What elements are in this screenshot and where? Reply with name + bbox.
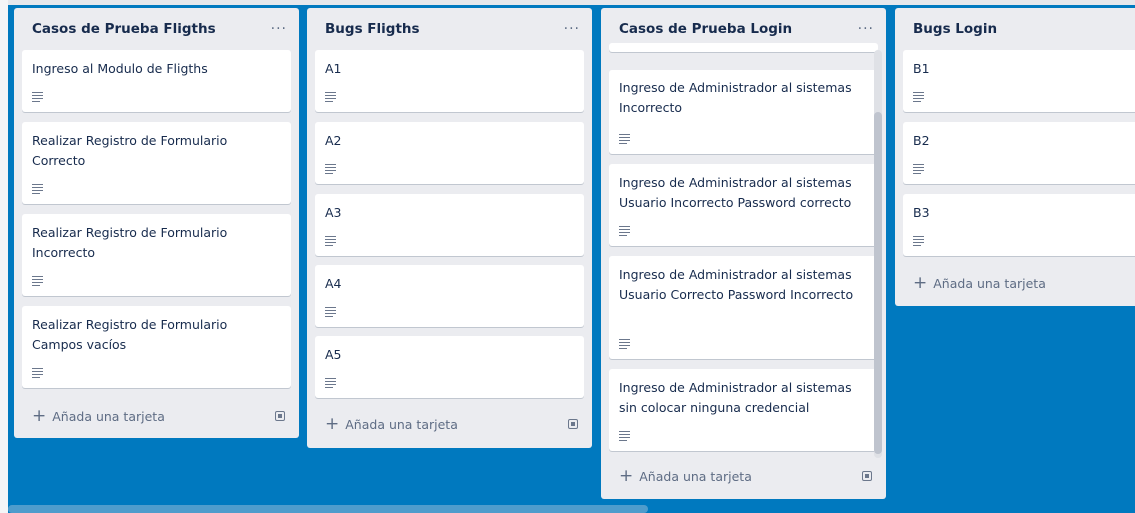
add-card-button[interactable]: + Añada una tarjeta: [913, 272, 1046, 293]
description-icon: [32, 276, 43, 287]
card[interactable]: Ingreso de Administrador al sistemas Usu…: [609, 256, 878, 359]
description-icon: [32, 184, 43, 195]
description-icon: [619, 339, 630, 350]
card[interactable]: B1: [903, 50, 1135, 112]
card-title: Realizar Registro de Formulario Incorrec…: [32, 225, 228, 260]
card-title: Realizar Registro de Formulario Correcto: [32, 133, 228, 168]
card-title: Ingreso de Administrador al sistemas Inc…: [619, 80, 852, 115]
description-icon: [619, 134, 630, 145]
description-icon: [325, 164, 336, 175]
card[interactable]: A2: [315, 122, 584, 184]
card-template-icon[interactable]: [568, 419, 578, 429]
card[interactable]: A5: [315, 336, 584, 398]
board-left-edge: [0, 0, 8, 513]
add-card-row: + Añada una tarjeta: [913, 273, 1131, 293]
add-card-button[interactable]: + Añada una tarjeta: [325, 413, 458, 434]
plus-icon: +: [619, 465, 634, 486]
card-title: B2: [913, 133, 930, 148]
plus-icon: +: [913, 272, 928, 293]
list-title[interactable]: Bugs Fligths: [325, 21, 420, 37]
card-title: Ingreso de Administrador al sistemas Usu…: [619, 175, 852, 210]
description-icon: [325, 92, 336, 103]
card-title: Ingreso de Administrador al sistemas sin…: [619, 380, 852, 415]
description-icon: [619, 431, 630, 442]
list-menu-button[interactable]: ···: [858, 21, 874, 37]
card-template-icon[interactable]: [275, 411, 285, 421]
list-bugs-login: Bugs Login B1 B2 B3 + Añada una tarjeta: [895, 8, 1135, 306]
card-title: A1: [325, 61, 342, 76]
description-icon: [325, 236, 336, 247]
add-card-label: Añada una tarjeta: [639, 468, 752, 484]
description-icon: [32, 92, 43, 103]
list-scrollbar[interactable]: [874, 50, 882, 458]
card-title: B1: [913, 61, 930, 76]
add-card-label: Añada una tarjeta: [345, 416, 458, 432]
list-scrollbar-thumb[interactable]: [874, 112, 882, 454]
add-card-label: Añada una tarjeta: [52, 408, 165, 424]
plus-icon: +: [32, 405, 47, 426]
board-horizontal-scrollbar[interactable]: [8, 505, 648, 513]
card[interactable]: Ingreso de Administrador al sistemas Usu…: [609, 164, 878, 246]
card[interactable]: Realizar Registro de Formulario Incorrec…: [22, 214, 291, 296]
description-icon: [619, 226, 630, 237]
card-title: Realizar Registro de Formulario Campos v…: [32, 317, 228, 352]
card[interactable]: A3: [315, 194, 584, 256]
card[interactable]: Realizar Registro de Formulario Correcto: [22, 122, 291, 204]
card[interactable]: B2: [903, 122, 1135, 184]
list-title[interactable]: Casos de Prueba Login: [619, 21, 792, 37]
add-card-button[interactable]: + Añada una tarjeta: [32, 405, 165, 426]
card[interactable]: A4: [315, 265, 584, 327]
list-header[interactable]: Bugs Login: [895, 8, 1135, 50]
card[interactable]: [609, 43, 878, 52]
description-icon: [325, 307, 336, 318]
card[interactable]: Ingreso de Administrador al sistemas Inc…: [609, 70, 878, 154]
description-icon: [325, 378, 336, 389]
add-card-row: + Añada una tarjeta: [325, 414, 578, 434]
description-icon: [913, 164, 924, 175]
description-icon: [32, 368, 43, 379]
add-card-row: + Añada una tarjeta: [32, 406, 285, 426]
list-casos-prueba-login: Casos de Prueba Login ··· Ingreso de Adm…: [601, 8, 886, 499]
card[interactable]: B3: [903, 194, 1135, 256]
list-title[interactable]: Casos de Prueba Fligths: [32, 21, 216, 37]
description-icon: [913, 236, 924, 247]
list-casos-prueba-fligths: Casos de Prueba Fligths ··· Ingreso al M…: [14, 8, 299, 438]
card[interactable]: Ingreso de Administrador al sistemas sin…: [609, 369, 878, 451]
list-menu-button[interactable]: ···: [564, 21, 580, 37]
card-title: A3: [325, 205, 342, 220]
card-title: B3: [913, 205, 930, 220]
list-title[interactable]: Bugs Login: [913, 21, 997, 37]
card-title: A5: [325, 347, 342, 362]
card[interactable]: A1: [315, 50, 584, 112]
description-icon: [913, 92, 924, 103]
add-card-button[interactable]: + Añada una tarjeta: [619, 465, 752, 486]
list-bugs-fligths: Bugs Fligths ··· A1 A2 A3 A4 A5 + Añada …: [307, 8, 592, 448]
card-title: A4: [325, 276, 342, 291]
list-header[interactable]: Bugs Fligths ···: [307, 8, 592, 50]
card-title: Ingreso al Modulo de Fligths: [32, 61, 208, 76]
card[interactable]: Ingreso al Modulo de Fligths: [22, 50, 291, 112]
card-template-icon[interactable]: [862, 471, 872, 481]
card-title: A2: [325, 133, 342, 148]
add-card-label: Añada una tarjeta: [933, 275, 1046, 291]
card-title: Ingreso de Administrador al sistemas Usu…: [619, 267, 854, 302]
list-header[interactable]: Casos de Prueba Fligths ···: [14, 8, 299, 50]
add-card-row: + Añada una tarjeta: [619, 466, 872, 486]
plus-icon: +: [325, 413, 340, 434]
board-top-strip: [0, 0, 1135, 5]
list-menu-button[interactable]: ···: [271, 21, 287, 37]
card[interactable]: Realizar Registro de Formulario Campos v…: [22, 306, 291, 388]
